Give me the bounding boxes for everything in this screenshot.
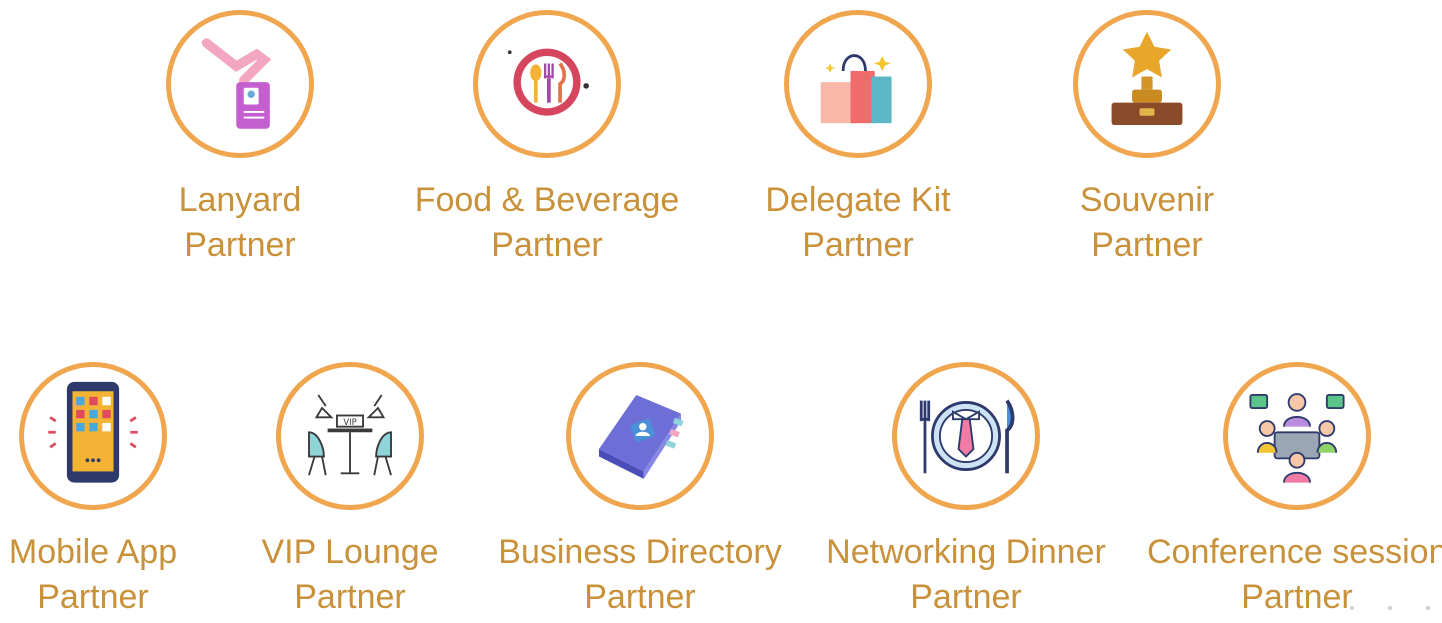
mobile-app-icon	[48, 381, 138, 483]
partner-label: VIP Lounge Partner	[261, 533, 439, 616]
trophy-star-icon	[1111, 31, 1183, 126]
partner-business-directory: Business Directory Partner	[490, 362, 790, 620]
shopping-bags-icon	[820, 54, 892, 124]
partner-label: Lanyard Partner	[178, 181, 302, 264]
partner-label: Networking Dinner Partner	[826, 533, 1106, 616]
directory-book-icon	[598, 394, 684, 479]
dinner-plate-tie-icon	[919, 399, 1015, 474]
svg-text:VIP: VIP	[343, 417, 356, 427]
icon-ring	[566, 362, 714, 510]
decorative-dots	[1316, 597, 1430, 615]
meeting-people-icon	[1249, 393, 1345, 483]
icon-ring	[784, 10, 932, 158]
partner-food-beverage: Food & Beverage Partner	[397, 10, 697, 268]
partner-label: Business Directory Partner	[498, 533, 782, 616]
partner-souvenir: Souvenir Partner	[997, 10, 1297, 268]
food-plate-icon	[507, 48, 589, 116]
partner-label: Food & Beverage Partner	[414, 181, 680, 264]
partner-vip-lounge: VIP VIP Lounge Partner	[200, 362, 500, 620]
icon-ring	[1223, 362, 1371, 510]
icon-ring: VIP	[276, 362, 424, 510]
icon-ring	[892, 362, 1040, 510]
vip-lounge-icon: VIP	[308, 394, 392, 476]
lanyard-icon	[201, 38, 272, 129]
partner-conference-session: Conference session Partner	[1147, 362, 1442, 620]
partner-delegate-kit: Delegate Kit Partner	[708, 10, 1008, 268]
icon-ring	[473, 10, 621, 158]
partner-networking-dinner: Networking Dinner Partner	[816, 362, 1116, 620]
partner-lanyard: Lanyard Partner	[90, 10, 390, 268]
partner-label: Delegate Kit Partner	[765, 181, 951, 264]
icon-ring	[166, 10, 314, 158]
partner-label: Souvenir Partner	[1079, 181, 1215, 264]
icon-ring	[1073, 10, 1221, 158]
icon-ring	[19, 362, 167, 510]
